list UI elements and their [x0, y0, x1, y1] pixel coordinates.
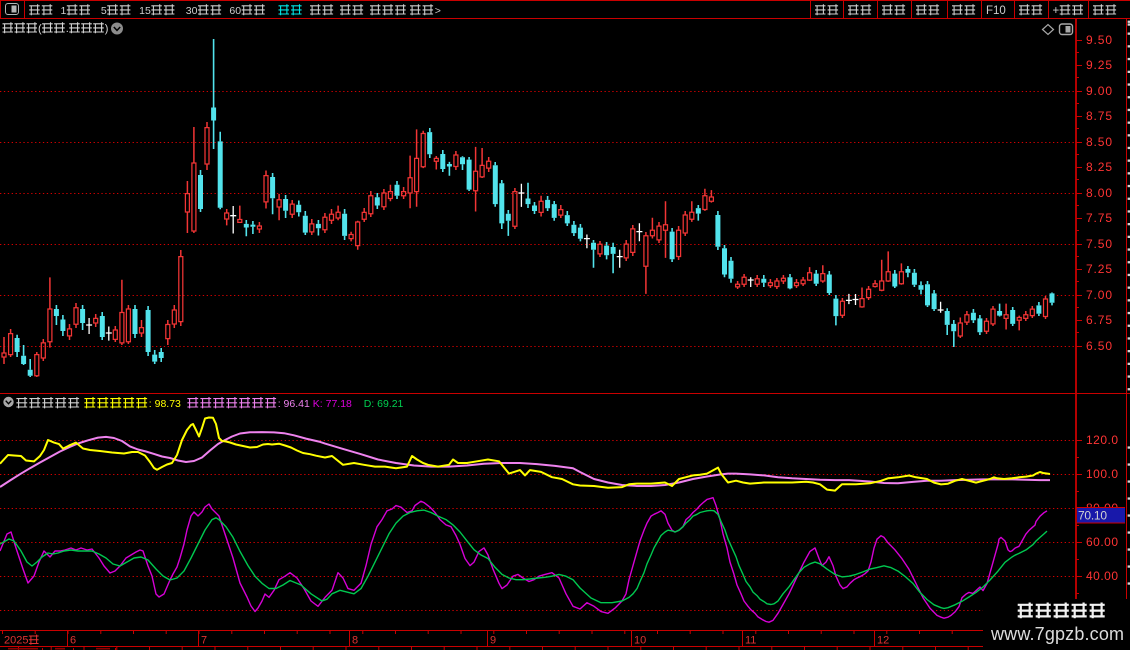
svg-text:.: .: [66, 23, 69, 35]
svg-text:F10: F10: [986, 5, 1006, 17]
svg-text:(: (: [38, 23, 42, 35]
svg-text:8.00: 8.00: [1086, 186, 1112, 200]
svg-text:6.50: 6.50: [1086, 339, 1112, 353]
svg-text:100.0: 100.0: [1086, 467, 1118, 481]
svg-text:9.25: 9.25: [1086, 58, 1112, 72]
svg-text:8.25: 8.25: [1086, 160, 1112, 174]
svg-text:8: 8: [352, 635, 358, 647]
svg-text:9.50: 9.50: [1086, 33, 1112, 47]
svg-text:9.00: 9.00: [1086, 84, 1112, 98]
svg-text:120.0: 120.0: [1086, 433, 1118, 447]
svg-text:D: 69.21: D: 69.21: [364, 398, 404, 410]
svg-text:8.75: 8.75: [1086, 109, 1112, 123]
svg-text:5: 5: [101, 5, 107, 17]
svg-text:6.75: 6.75: [1086, 313, 1112, 327]
svg-text:7: 7: [201, 635, 207, 647]
svg-text:7.50: 7.50: [1086, 237, 1112, 251]
svg-text:2025: 2025: [4, 635, 29, 647]
svg-text:: 98.73: : 98.73: [149, 398, 181, 410]
svg-text:K: 77.18: K: 77.18: [313, 398, 352, 410]
svg-text:60.00: 60.00: [1086, 535, 1118, 549]
svg-text:6: 6: [70, 635, 76, 647]
svg-text:40.00: 40.00: [1086, 569, 1118, 583]
svg-text:11: 11: [745, 635, 756, 647]
svg-text:>: >: [435, 5, 441, 17]
svg-text:8.50: 8.50: [1086, 135, 1112, 149]
svg-text:70.10: 70.10: [1078, 509, 1107, 523]
svg-text:www.7gpzb.com: www.7gpzb.com: [990, 624, 1124, 644]
svg-text:7.25: 7.25: [1086, 262, 1112, 276]
svg-text:10: 10: [634, 635, 646, 647]
svg-text:7.75: 7.75: [1086, 211, 1112, 225]
svg-text:1: 1: [61, 5, 67, 17]
svg-text:7.00: 7.00: [1086, 288, 1112, 302]
svg-text:30: 30: [186, 5, 198, 17]
svg-text:9: 9: [490, 635, 496, 647]
svg-text:+: +: [1053, 5, 1060, 17]
svg-text:: 96.41: : 96.41: [278, 398, 310, 410]
svg-text:12: 12: [877, 635, 889, 647]
svg-text:15: 15: [139, 5, 151, 17]
svg-text:): ): [105, 23, 109, 35]
svg-text:60: 60: [229, 5, 241, 17]
